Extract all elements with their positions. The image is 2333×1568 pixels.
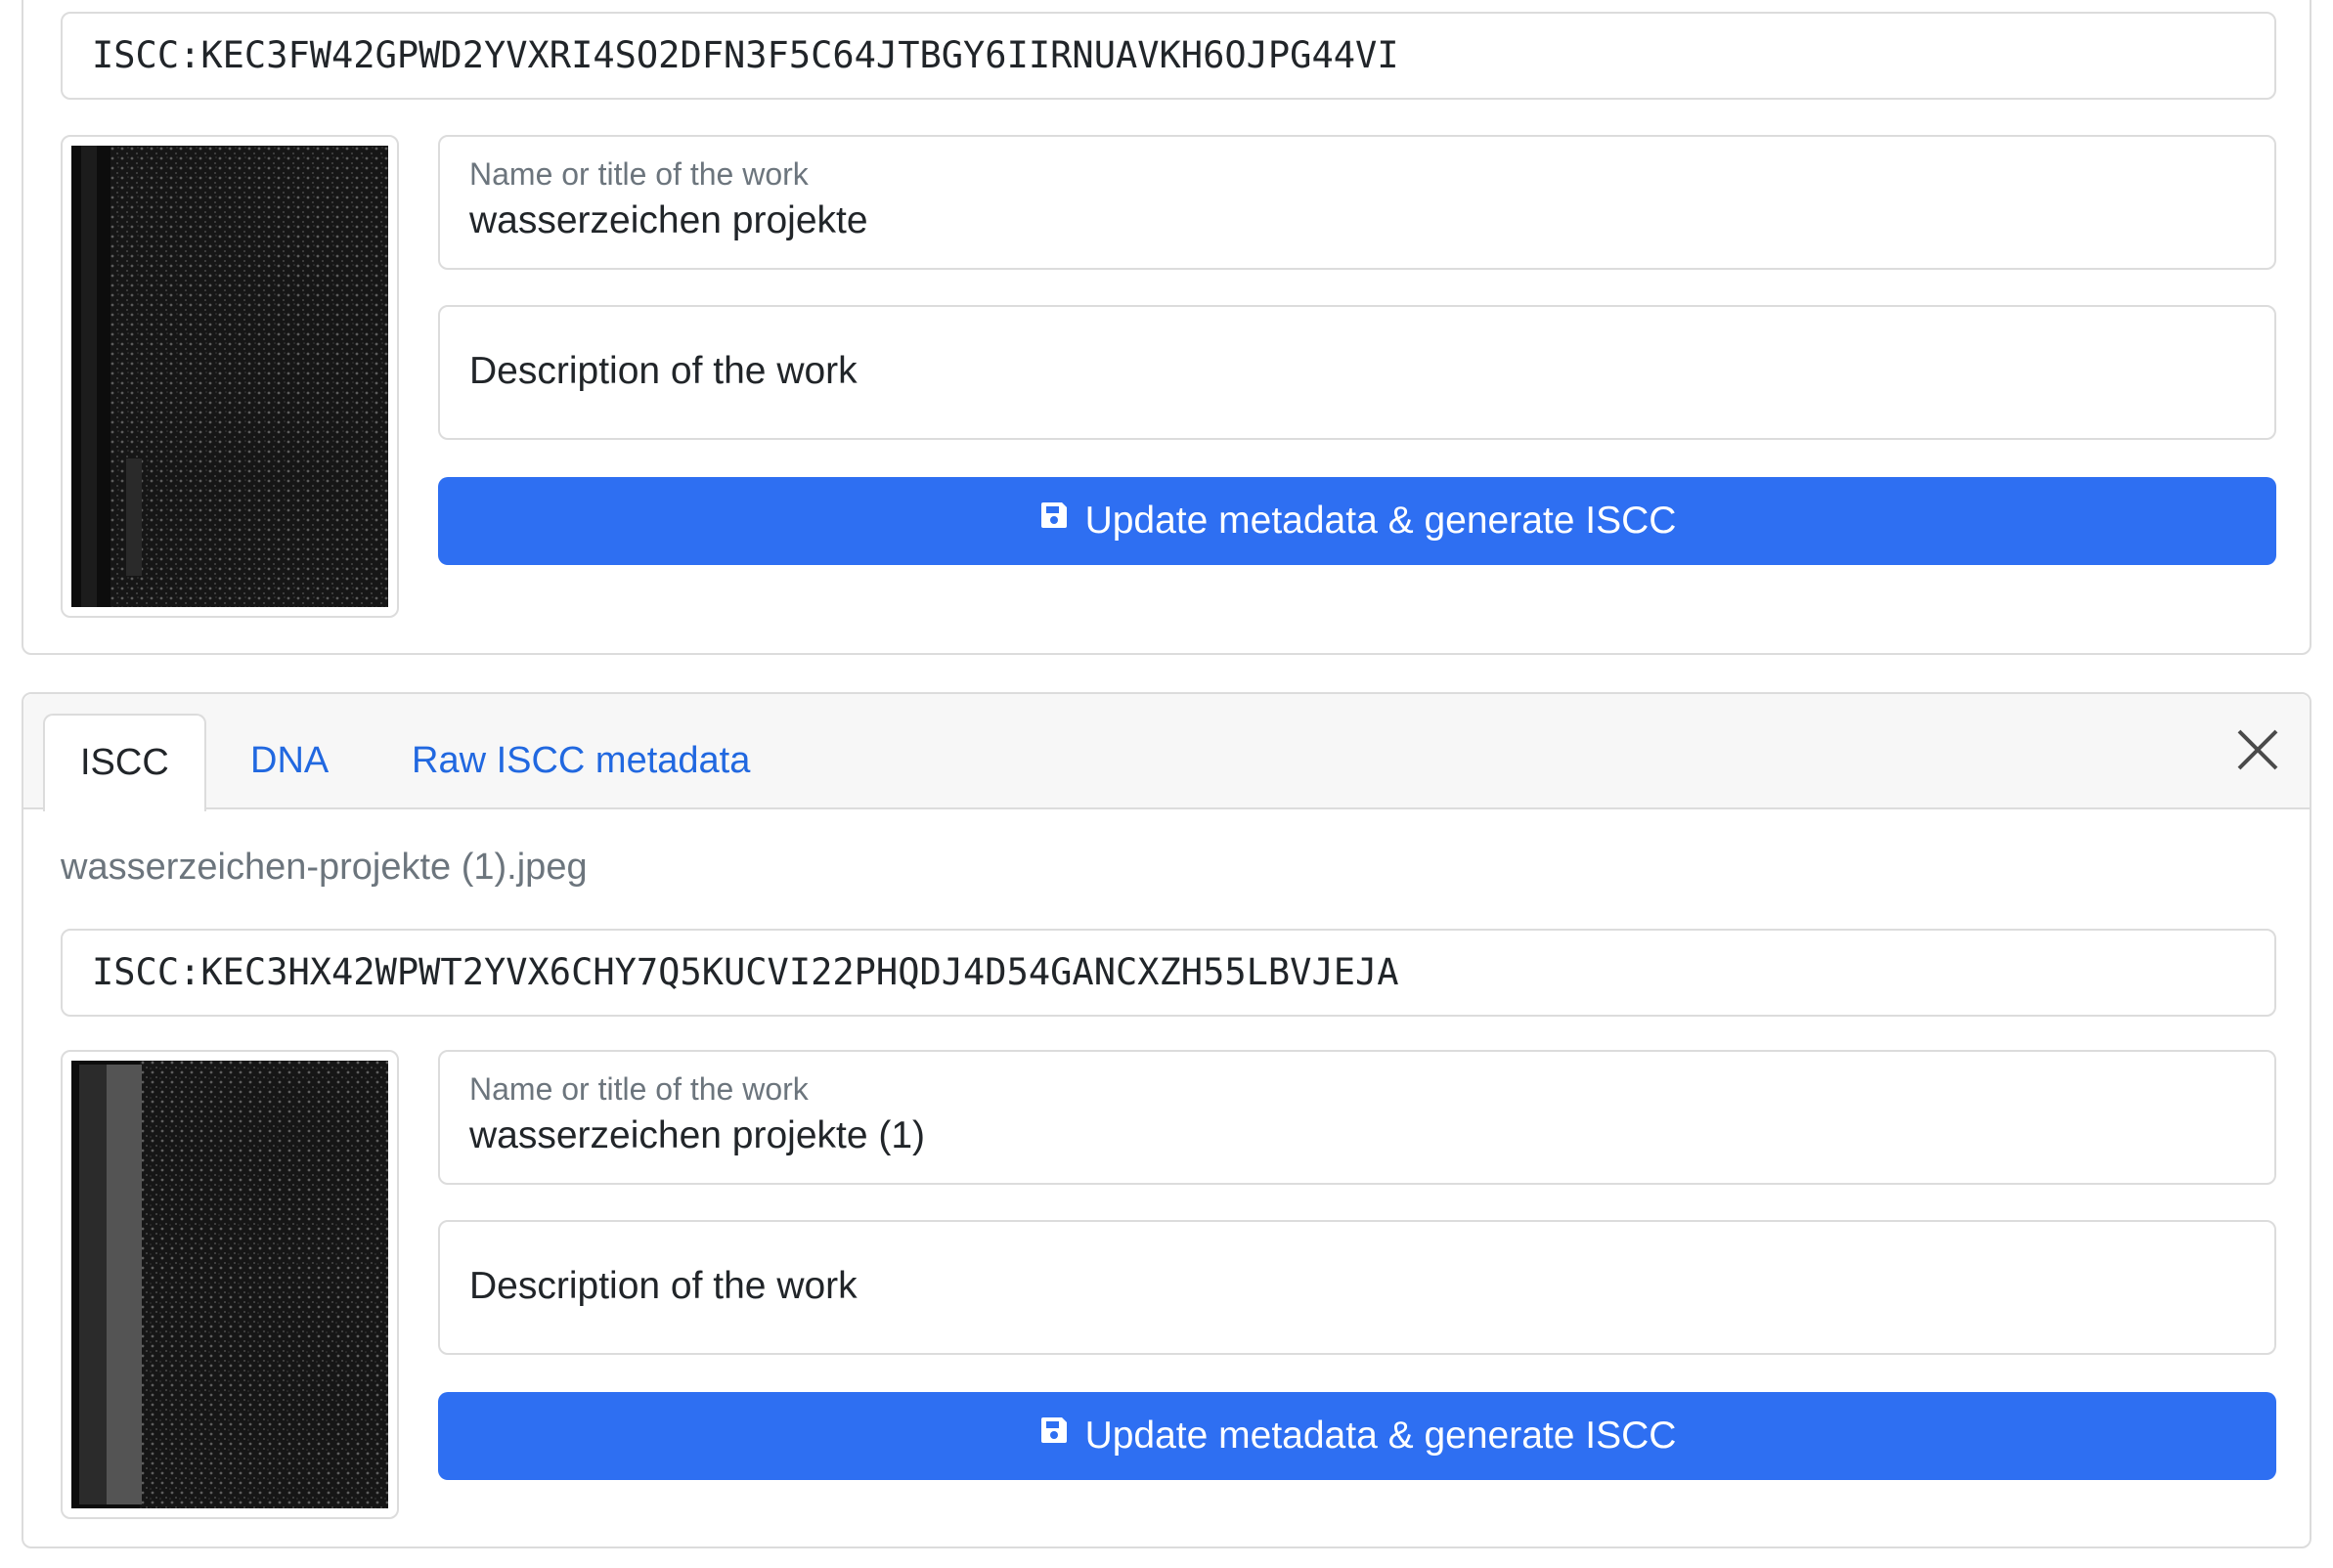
save-icon xyxy=(1038,1390,1070,1478)
work-name-label: Name or title of the work xyxy=(469,1071,809,1107)
work-name-field[interactable]: Name or title of the work wasserzeichen … xyxy=(438,135,2276,270)
save-icon xyxy=(1038,475,1070,563)
update-metadata-label: Update metadata & generate ISCC xyxy=(1084,500,1677,542)
work-name-value: wasserzeichen projekte (1) xyxy=(469,1114,926,1156)
iscc-result-card-2: ISCC DNA Raw ISCC metadata wasserzeichen… xyxy=(22,692,2311,1548)
tab-dna[interactable]: DNA xyxy=(215,714,364,809)
tab-bar: ISCC DNA Raw ISCC metadata xyxy=(23,694,2310,811)
thumbnail-image xyxy=(61,1050,399,1519)
iscc-result-card-1: ISCC:KEC3FW42GPWD2YVXRI4SO2DFN3F5C64JTBG… xyxy=(22,0,2311,655)
close-icon[interactable] xyxy=(2231,723,2284,776)
file-name: wasserzeichen-projekte (1).jpeg xyxy=(61,847,588,888)
update-metadata-button[interactable]: Update metadata & generate ISCC xyxy=(438,477,2276,565)
work-name-label: Name or title of the work xyxy=(469,156,809,192)
tab-raw-iscc-metadata[interactable]: Raw ISCC metadata xyxy=(376,714,785,809)
work-description-placeholder: Description of the work xyxy=(469,350,858,392)
work-description-placeholder: Description of the work xyxy=(469,1265,858,1307)
tab-iscc[interactable]: ISCC xyxy=(43,714,206,811)
work-description-field[interactable]: Description of the work xyxy=(438,305,2276,440)
work-name-field[interactable]: Name or title of the work wasserzeichen … xyxy=(438,1050,2276,1185)
iscc-code-field[interactable]: ISCC:KEC3HX42WPWT2YVX6CHY7Q5KUCVI22PHQDJ… xyxy=(61,929,2276,1017)
update-metadata-label: Update metadata & generate ISCC xyxy=(1084,1415,1677,1457)
iscc-code-field[interactable]: ISCC:KEC3FW42GPWD2YVXRI4SO2DFN3F5C64JTBG… xyxy=(61,12,2276,100)
work-name-value: wasserzeichen projekte xyxy=(469,199,868,241)
thumbnail-image xyxy=(61,135,399,618)
work-description-field[interactable]: Description of the work xyxy=(438,1220,2276,1355)
update-metadata-button[interactable]: Update metadata & generate ISCC xyxy=(438,1392,2276,1480)
